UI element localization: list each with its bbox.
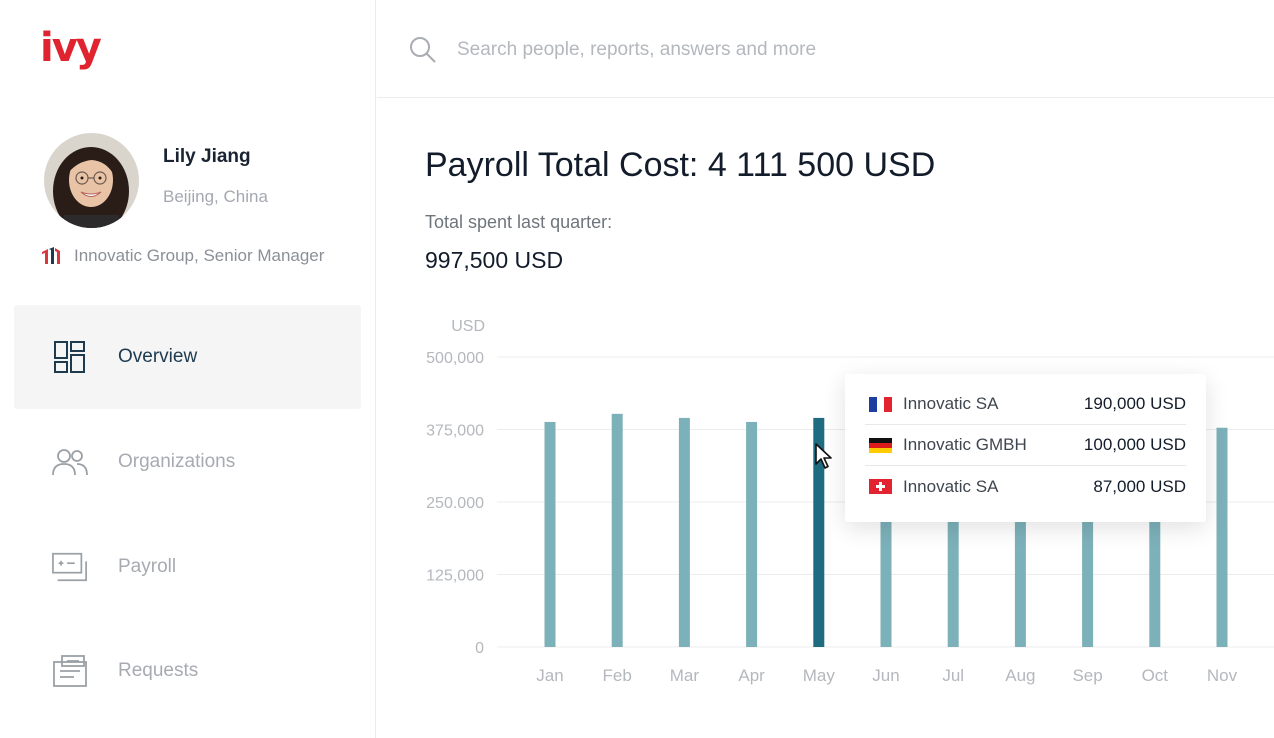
tooltip-company: Innovatic GMBH — [903, 435, 1027, 454]
x-tick-label: Aug — [1005, 666, 1035, 685]
bar-mar — [678, 417, 690, 647]
sidebar-item-requests[interactable]: Requests — [14, 619, 361, 723]
sidebar-item-label: Payroll — [118, 556, 177, 577]
tooltip-row: Innovatic SA 190,000 USD — [865, 384, 1186, 425]
quarter-spent-value: 997,500 USD — [425, 247, 564, 273]
x-tick-label: Jan — [536, 666, 563, 685]
bar-feb — [611, 413, 623, 647]
page-title: Payroll Total Cost: 4 111 500 USD — [425, 146, 936, 184]
y-tick-label: 375,000 — [426, 423, 484, 440]
payroll-icon — [52, 549, 88, 585]
user-location: Beijing, China — [163, 187, 268, 206]
x-tick-label: Jul — [942, 666, 964, 685]
x-tick-label: Sep — [1072, 666, 1102, 685]
tooltip-value: 100,000 USD — [1083, 435, 1186, 454]
search-icon[interactable] — [409, 36, 437, 69]
switzerland-flag-icon — [869, 479, 892, 494]
bar-apr — [746, 421, 758, 647]
france-flag-icon — [869, 396, 893, 412]
x-tick-label: Jun — [872, 666, 899, 685]
ivy-logo[interactable]: ivy — [40, 26, 102, 70]
sidebar-item-label: Requests — [118, 660, 199, 681]
company-logo-icon — [42, 247, 60, 264]
search-input[interactable] — [457, 34, 1157, 66]
y-tick-label: 500,000 — [426, 350, 484, 367]
sidebar-item-payroll[interactable]: Payroll — [14, 515, 361, 619]
people-icon — [52, 444, 88, 480]
y-tick-label: 250.000 — [426, 495, 484, 512]
tooltip-row: Innovatic GMBH 100,000 USD — [865, 425, 1186, 466]
sidebar-item-label: Overview — [118, 346, 198, 367]
avatar[interactable] — [44, 133, 139, 228]
germany-flag-icon — [869, 437, 892, 453]
tooltip-row: Innovatic SA 87,000 USD — [865, 466, 1186, 507]
y-tick-label: 125,000 — [426, 568, 484, 585]
x-tick-label: Nov — [1207, 666, 1238, 685]
y-axis-label: USD — [451, 318, 485, 335]
x-tick-label: Feb — [603, 666, 632, 685]
bar-nov — [1216, 427, 1228, 647]
sidebar-item-organizations[interactable]: Organizations — [14, 410, 361, 514]
tooltip-value: 87,000 USD — [1093, 476, 1186, 496]
chart-tooltip: Innovatic SA 190,000 USD Innovatic GMBH … — [845, 374, 1206, 522]
requests-icon — [52, 653, 88, 689]
user-name: Lily Jiang — [163, 146, 251, 167]
company-label: Innovatic Group, Senior Manager — [74, 246, 325, 265]
sidebar-item-overview[interactable]: Overview — [14, 305, 361, 409]
bar-jan — [544, 421, 556, 647]
x-tick-label: Mar — [670, 666, 700, 685]
x-tick-label: May — [803, 666, 836, 685]
x-tick-label: Apr — [738, 666, 765, 685]
search-bar — [377, 0, 1274, 98]
grid-icon — [52, 339, 88, 375]
quarter-spent-label: Total spent last quarter: — [425, 212, 613, 232]
sidebar-item-label: Organizations — [118, 451, 236, 472]
tooltip-value: 190,000 USD — [1083, 394, 1186, 413]
tooltip-company: Innovatic SA — [903, 394, 999, 413]
mouse-cursor-icon — [815, 443, 832, 469]
tooltip-company: Innovatic SA — [903, 476, 999, 496]
y-tick-label: 0 — [475, 640, 484, 657]
x-tick-label: Oct — [1142, 666, 1169, 685]
company-info: Innovatic Group, Senior Manager — [40, 246, 324, 266]
sidebar: ivy Lily Jiang Beijing, China Innovatic … — [0, 0, 376, 738]
